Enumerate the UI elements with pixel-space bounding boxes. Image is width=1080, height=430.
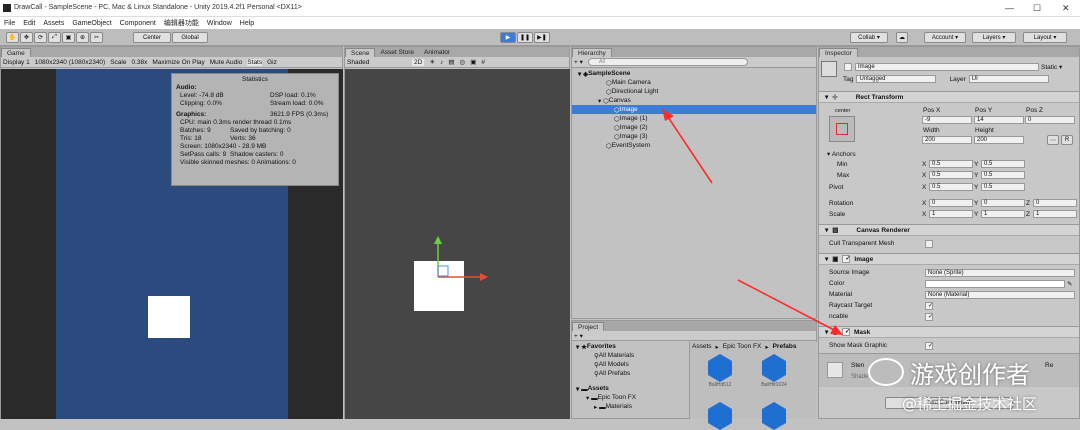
wechat-logo-icon [868,358,904,386]
arrow-to-image-item [667,116,713,184]
watermark: 游戏创作者 @稀土掘金技术社区 [866,355,1072,417]
watermark-title: 游戏创作者 [910,361,1030,389]
arrowhead-icon [662,109,674,121]
arrow-to-mask [737,279,837,332]
watermark-subtitle: @稀土掘金技术社区 [902,395,1038,413]
arrowhead-icon [830,325,843,335]
